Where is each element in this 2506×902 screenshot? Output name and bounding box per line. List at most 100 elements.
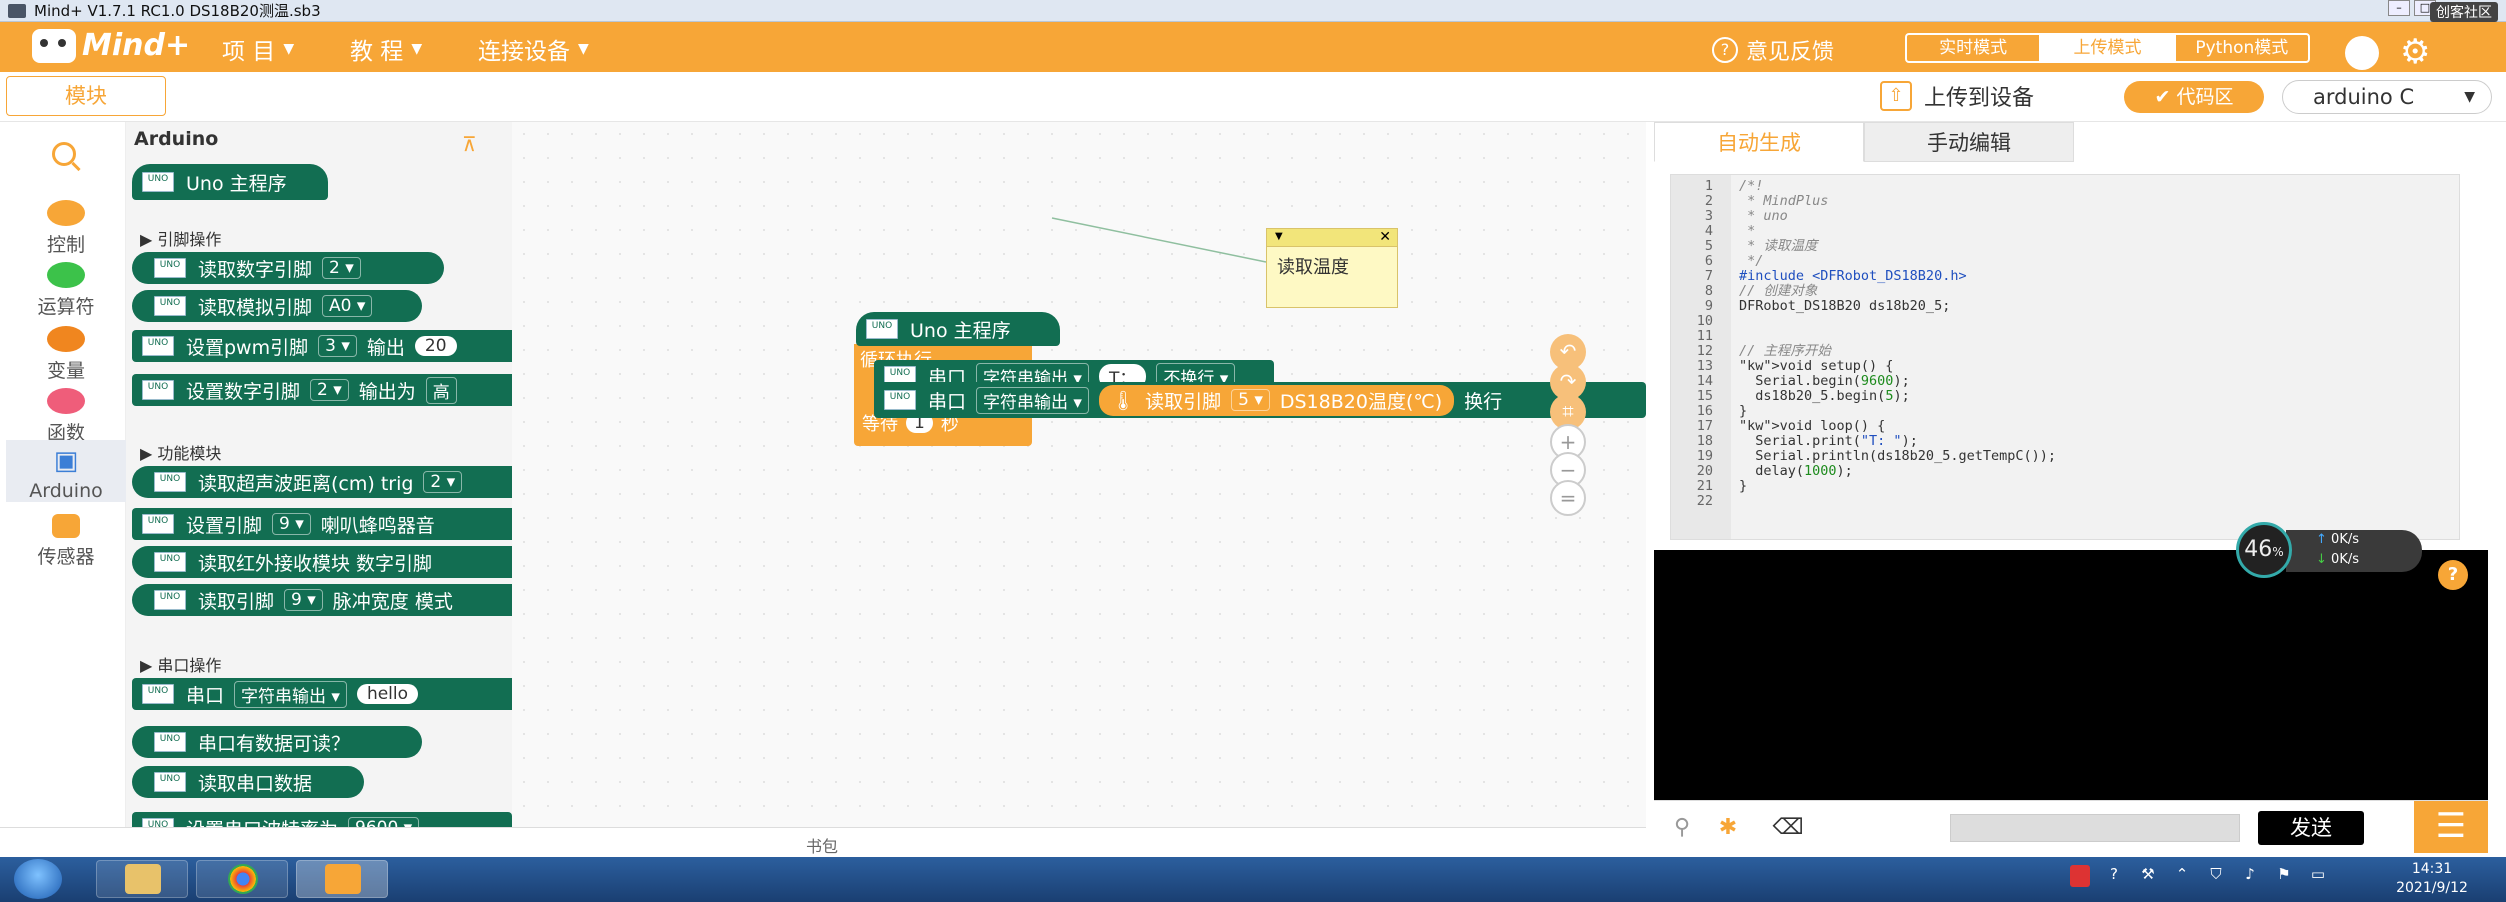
block-read-digital[interactable]: UNO 读取数字引脚 2 ▾ xyxy=(132,252,444,284)
backpack-bar[interactable]: 书包 xyxy=(0,827,1646,857)
help-icon[interactable]: ? xyxy=(2438,560,2468,590)
pin-dropdown[interactable]: 5 ▾ xyxy=(1231,389,1270,411)
line-number: 21 xyxy=(1696,478,1713,494)
feedback-button[interactable]: ? 意见反馈 xyxy=(1712,34,1834,66)
block-buzzer[interactable]: UNO 设置引脚 9 ▾ 喇叭蜂鸣器音 xyxy=(132,508,512,540)
minimize-button[interactable]: – xyxy=(2388,0,2410,16)
block-main-program[interactable]: UNO Uno 主程序 xyxy=(132,164,328,200)
category-variables[interactable]: 变量 xyxy=(6,326,126,383)
code-area-toggle[interactable]: ✔ 代码区 xyxy=(2124,81,2264,113)
pin-dropdown[interactable]: 2 ▾ xyxy=(423,471,463,493)
mode-dropdown[interactable]: 字符串输出 ▾ xyxy=(234,680,347,708)
code-text: } xyxy=(1739,403,1748,419)
workspace-comment[interactable]: ▼ ✕ 读取温度 xyxy=(1266,228,1398,308)
user-avatar-icon[interactable] xyxy=(2345,36,2379,70)
send-button[interactable]: 发送 xyxy=(2258,811,2364,845)
clear-output-icon[interactable]: ⌫ xyxy=(1770,813,1806,843)
pin-dropdown[interactable]: 3 ▾ xyxy=(318,335,357,357)
menu-connect-label: 连接设备 xyxy=(478,39,570,65)
uno-board-icon: UNO xyxy=(152,550,188,574)
block-set-digital[interactable]: UNO 设置数字引脚 2 ▾ 输出为 高 xyxy=(132,374,512,406)
value-input[interactable]: 20 xyxy=(414,336,457,356)
block-pulse-width[interactable]: UNO 读取引脚 9 ▾ 脉冲宽度 模式 xyxy=(132,584,512,616)
taskbar-chrome[interactable] xyxy=(196,860,288,898)
tools-icon[interactable]: ⚒ xyxy=(2138,865,2158,887)
section-function-modules[interactable]: ▶ 功能模块 xyxy=(140,440,221,464)
code-editor[interactable]: 1 /*! 2 * MindPlus 3 * uno 4 * 5 * 读取温度 6 */ 7 #… xyxy=(1670,174,2460,540)
block-serial-read[interactable]: UNO 读取串口数据 xyxy=(132,766,364,798)
taskbar-explorer[interactable] xyxy=(96,860,188,898)
menu-list-icon[interactable]: ☰ xyxy=(2414,801,2488,853)
network-icon[interactable]: ▭ xyxy=(2308,865,2328,887)
category-functions[interactable]: 函数 xyxy=(6,388,126,445)
gear-icon[interactable]: ⚙ xyxy=(2400,34,2430,70)
menu-tutorial[interactable]: 教 程 ▼ xyxy=(350,32,422,66)
main-program-block[interactable]: UNO Uno 主程序 xyxy=(856,312,1060,346)
block-serial-baud[interactable]: UNO 设置串口波特率为 9600 ▾ xyxy=(132,812,512,827)
category-sensors[interactable]: 传感器 xyxy=(6,514,126,569)
pin-dropdown[interactable]: A0 ▾ xyxy=(322,295,373,317)
block-serial-print[interactable]: UNO 串口 字符串输出 ▾ hello xyxy=(132,678,512,710)
tab-auto-generate[interactable]: 自动生成 xyxy=(1654,122,1864,162)
baud-dropdown[interactable]: 9600 ▾ xyxy=(348,817,420,827)
board-select[interactable]: arduino C ▼ xyxy=(2282,80,2492,114)
chevron-down-icon: ▼ xyxy=(2464,89,2475,105)
taskbar-clock[interactable]: 14:31 2021/9/12 xyxy=(2380,860,2484,898)
block-read-analog[interactable]: UNO 读取模拟引脚 A0 ▾ xyxy=(132,290,422,322)
text-input[interactable]: hello xyxy=(356,684,419,704)
taskbar-mindplus[interactable] xyxy=(296,860,388,898)
mode-python[interactable]: Python模式 xyxy=(2173,35,2308,61)
serial-print-block-2[interactable]: UNO 串口 字符串输出 ▾ 🌡 读取引脚 5 ▾ DS18B20温度(℃) 换… xyxy=(874,382,1646,418)
category-arduino[interactable]: ▣ Arduino xyxy=(6,440,126,502)
usb-icon[interactable]: ⚲ xyxy=(1664,813,1700,843)
volume-icon[interactable]: ♪ xyxy=(2240,865,2260,887)
code-text: * uno xyxy=(1739,208,1788,224)
code-text: Serial.begin(9600); xyxy=(1739,373,1910,389)
serial-connect-icon[interactable]: ✱ xyxy=(1710,813,1746,843)
uno-board-icon: UNO xyxy=(152,730,188,754)
level-dropdown[interactable]: 高 xyxy=(425,376,457,404)
pin-dropdown[interactable]: 9 ▾ xyxy=(272,513,311,535)
newline-dropdown[interactable]: 换行 xyxy=(1464,387,1502,414)
line-number: 19 xyxy=(1696,448,1713,464)
upload-speed: ↑ 0K/s xyxy=(2316,532,2360,547)
pin-icon[interactable]: ⊼ xyxy=(462,132,477,156)
search-icon[interactable] xyxy=(52,142,76,166)
flag-icon[interactable]: ⚑ xyxy=(2274,865,2294,887)
section-pin-ops[interactable]: ▶ 引脚操作 xyxy=(140,226,221,250)
sensor-icon xyxy=(52,514,80,538)
code-workspace[interactable]: ▼ ✕ 读取温度 循环执行 等待 1 秒 UNO Uno 主程序 UNO 串口 … xyxy=(512,122,1646,827)
mode-realtime[interactable]: 实时模式 xyxy=(1907,35,2039,61)
section-serial-ops[interactable]: ▶ 串口操作 xyxy=(140,652,221,676)
shield-icon[interactable]: ⛉ xyxy=(2206,865,2226,887)
modules-tab[interactable]: 模块 xyxy=(6,76,166,116)
mode-upload[interactable]: 上传模式 xyxy=(2039,35,2174,61)
reset-zoom-icon[interactable]: = xyxy=(1550,480,1586,516)
input-method-icon[interactable] xyxy=(2070,865,2090,887)
category-operators[interactable]: 运算符 xyxy=(6,262,126,319)
category-dot-icon xyxy=(47,388,85,414)
mode-dropdown[interactable]: 字符串输出 ▾ xyxy=(976,386,1089,414)
close-icon[interactable]: ✕ xyxy=(1379,229,1391,245)
pin-dropdown[interactable]: 2 ▾ xyxy=(310,379,349,401)
ds18b20-reporter[interactable]: 🌡 读取引脚 5 ▾ DS18B20温度(℃) xyxy=(1098,384,1455,416)
comment-text[interactable]: 读取温度 xyxy=(1267,247,1397,285)
help-tray-icon[interactable]: ? xyxy=(2104,865,2124,887)
category-control[interactable]: 控制 xyxy=(6,200,126,257)
pin-dropdown[interactable]: 2 ▾ xyxy=(322,257,361,279)
menu-connect-device[interactable]: 连接设备 ▼ xyxy=(478,32,589,66)
collapse-icon[interactable]: ▼ xyxy=(1275,231,1283,242)
block-serial-available[interactable]: UNO 串口有数据可读？ xyxy=(132,726,422,758)
serial-send-input[interactable] xyxy=(1950,814,2240,842)
tab-manual-edit[interactable]: 手动编辑 xyxy=(1864,122,2074,162)
pin-dropdown[interactable]: 9 ▾ xyxy=(284,589,323,611)
block-set-pwm[interactable]: UNO 设置pwm引脚 3 ▾ 输出 20 xyxy=(132,330,512,362)
block-ir-receiver[interactable]: UNO 读取红外接收模块 数字引脚 xyxy=(132,546,512,578)
serial-toolbar: ⚲ ✱ ⌫ 发送 ☰ xyxy=(1654,800,2488,853)
start-button[interactable] xyxy=(14,859,62,899)
upload-to-device-button[interactable]: ⇧ 上传到设备 xyxy=(1880,80,2034,112)
block-ultrasonic[interactable]: UNO 读取超声波距离(cm) trig 2 ▾ xyxy=(132,466,512,498)
block-label: 读取超声波距离(cm) trig xyxy=(198,472,414,495)
arrow-up-icon[interactable]: ⌃ xyxy=(2172,865,2192,887)
menu-project[interactable]: 项 目 ▼ xyxy=(222,32,294,66)
